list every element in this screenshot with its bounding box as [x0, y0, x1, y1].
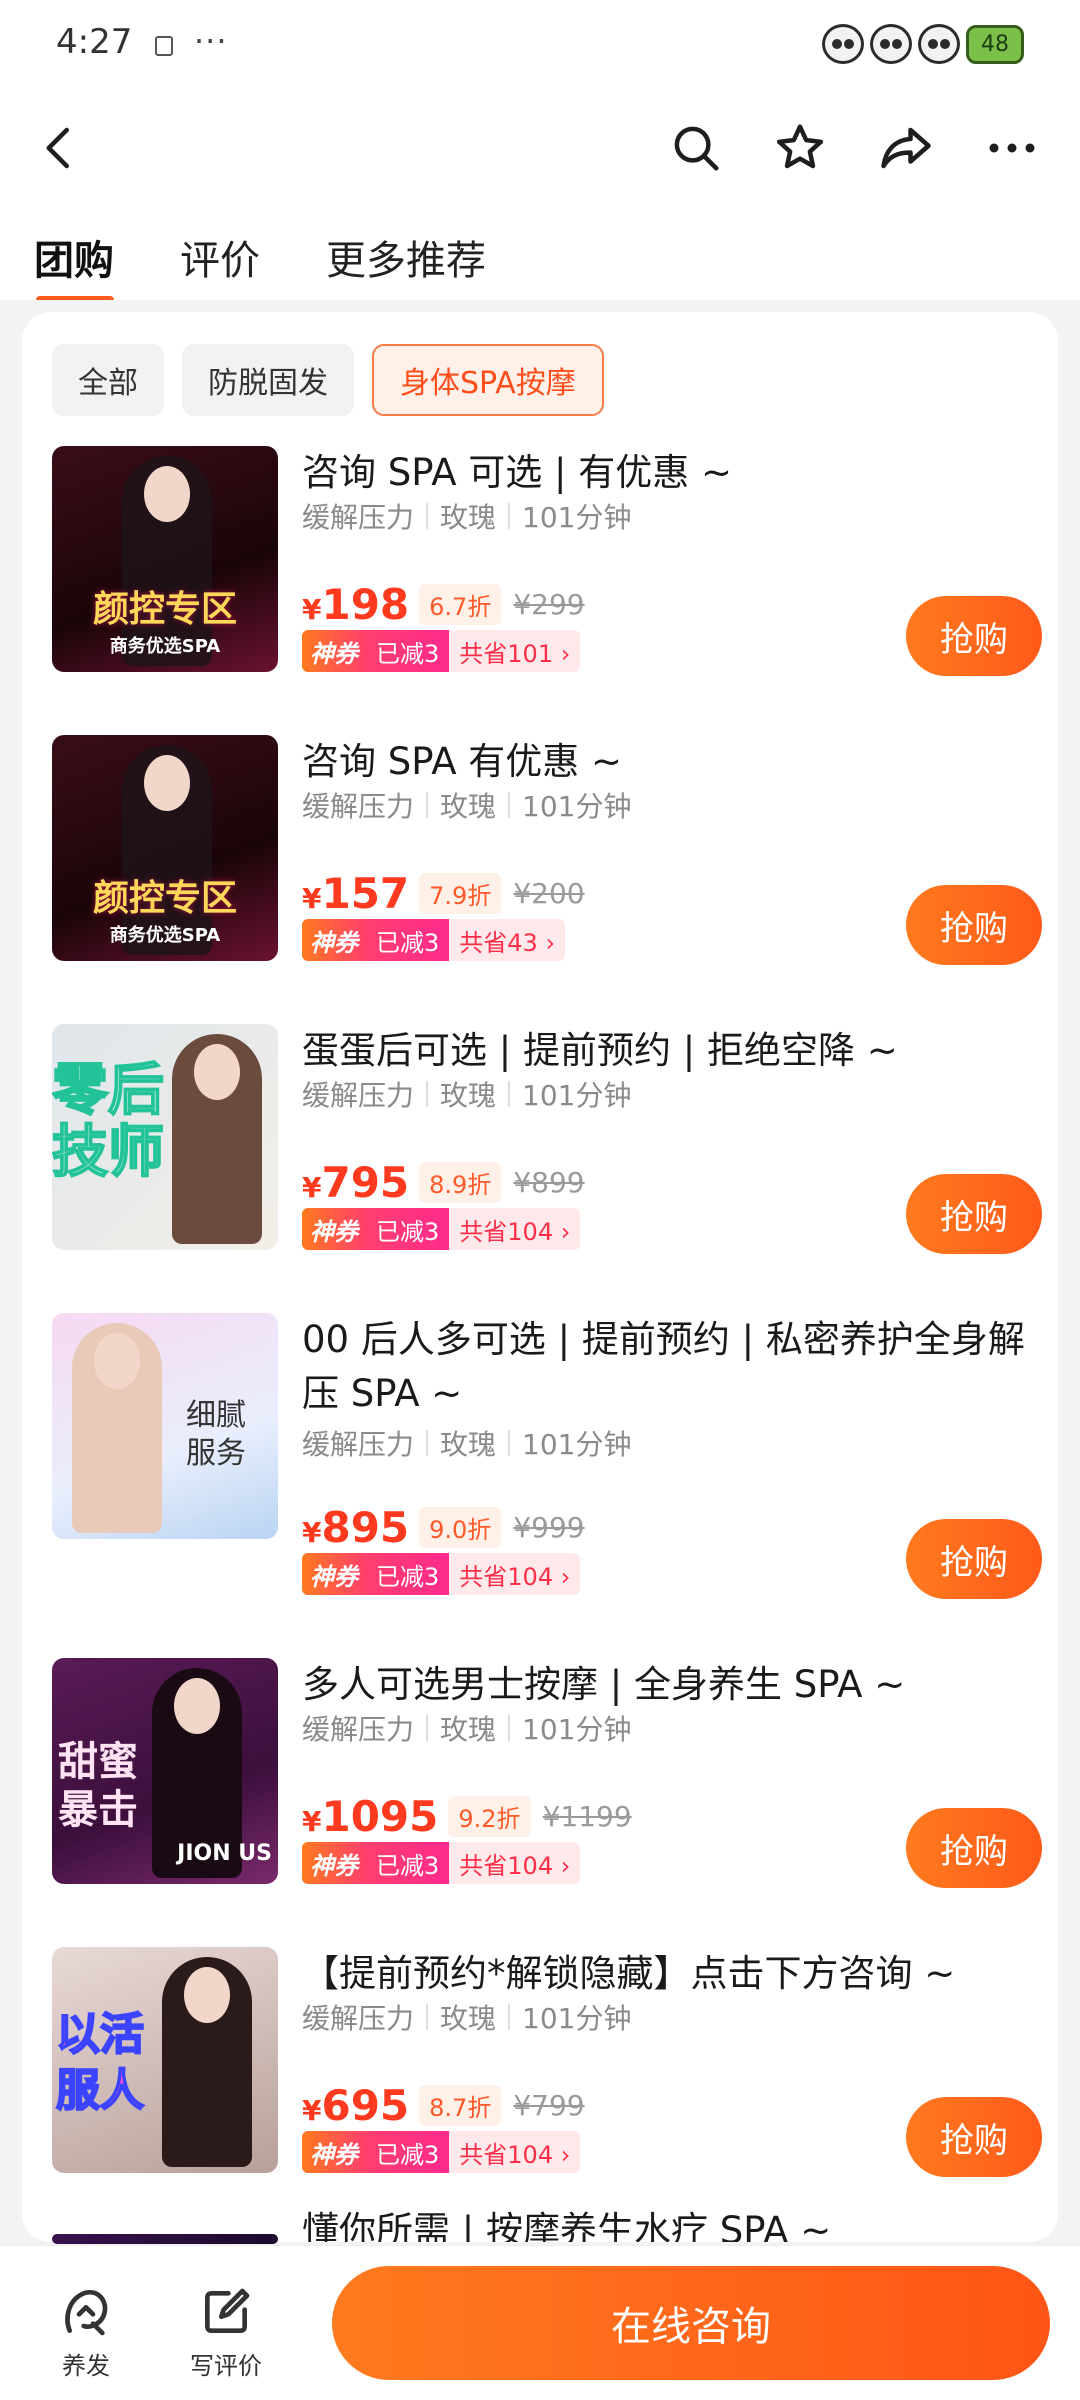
original-price: ¥200: [513, 877, 585, 910]
status-time: 4:27: [56, 22, 133, 62]
tab-reviews[interactable]: 评价: [180, 228, 260, 286]
deal-thumbnail[interactable]: 颜控专区 商务优选SPA: [52, 735, 278, 961]
discount-badge: 8.7折: [419, 2085, 502, 2126]
original-price: ¥299: [513, 588, 585, 621]
filter-chips: 全部 防脱固发 身体SPA按摩: [52, 344, 604, 416]
bottom-action-bar: 养发 写评价 在线咨询: [0, 2245, 1080, 2400]
tab-more-recommendations[interactable]: 更多推荐: [326, 228, 486, 286]
status-bar: 4:27 ··· 48: [0, 0, 1080, 95]
panda-icon: [822, 24, 864, 64]
panda-icon: [918, 24, 960, 64]
status-icons: 48: [822, 24, 1024, 64]
deal-tags: 缓解压力 玫瑰 101分钟: [302, 1079, 632, 1112]
write-review-shortcut[interactable]: 写评价: [176, 2284, 276, 2381]
deal-price: ¥1095: [302, 1792, 439, 1841]
discount-badge: 9.2折: [448, 1796, 531, 1837]
filter-anti-hairloss[interactable]: 防脱固发: [182, 344, 354, 416]
more-icon[interactable]: [982, 118, 1042, 178]
deal-thumbnail[interactable]: [52, 2234, 278, 2244]
hair-care-icon: [65, 2289, 108, 2336]
deal-title: 蛋蛋后可选 | 提前预约 | 拒绝空降 ~: [302, 1029, 898, 1072]
store-shortcut[interactable]: 养发: [36, 2284, 136, 2381]
deal-title: 咨询 SPA 可选 | 有优惠 ~: [302, 451, 733, 494]
deal-tags: 缓解压力 玫瑰 101分钟: [302, 1713, 632, 1746]
deal-thumbnail[interactable]: 细腻服务: [52, 1313, 278, 1539]
discount-badge: 9.0折: [419, 1507, 502, 1548]
price-row: ¥198 6.7折 ¥299: [302, 580, 585, 629]
sim-icon: [155, 36, 173, 56]
deal-title: 00 后人多可选 | 提前预约 | 私密养护全身解压 SPA ~: [302, 1318, 1025, 1415]
buy-button[interactable]: 抢购: [906, 2097, 1042, 2177]
deal-price: ¥198: [302, 580, 410, 629]
status-more: ···: [194, 22, 228, 60]
coupon-row: 神券 已减3 共省104 ›: [302, 1842, 581, 1884]
deal-tags: 缓解压力 玫瑰 101分钟: [302, 2002, 632, 2035]
deal-thumbnail[interactable]: 甜蜜暴击 JION US: [52, 1658, 278, 1884]
buy-button[interactable]: 抢购: [906, 885, 1042, 965]
price-row: ¥157 7.9折 ¥200: [302, 869, 585, 918]
deal-tags: 缓解压力 玫瑰 101分钟: [302, 501, 632, 534]
deal-title: 【提前预约*解锁隐藏】点击下方咨询 ~: [302, 1952, 956, 1995]
price-row: ¥695 8.7折 ¥799: [302, 2081, 585, 2130]
nav-bar: [0, 100, 1080, 195]
filter-all[interactable]: 全部: [52, 344, 164, 416]
price-row: ¥795 8.9折 ¥899: [302, 1158, 585, 1207]
price-row: ¥1095 9.2折 ¥1199: [302, 1792, 632, 1841]
discount-badge: 7.9折: [419, 873, 502, 914]
battery-indicator: 48: [966, 24, 1024, 64]
original-price: ¥1199: [542, 1800, 632, 1833]
panda-icon: [870, 24, 912, 64]
deal-price: ¥157: [302, 869, 410, 918]
deal-price: ¥795: [302, 1158, 410, 1207]
coupon-row: 神券 已减3 共省101 ›: [302, 630, 581, 672]
share-icon[interactable]: [876, 118, 936, 178]
deal-price: ¥695: [302, 2081, 410, 2130]
back-icon[interactable]: [30, 118, 90, 178]
discount-badge: 6.7折: [419, 584, 502, 625]
deal-thumbnail[interactable]: 颜控专区 商务优选SPA: [52, 446, 278, 672]
tab-group-buy[interactable]: 团购: [34, 228, 114, 304]
original-price: ¥899: [513, 1166, 585, 1199]
coupon-row: 神券 已减3 共省104 ›: [302, 2131, 581, 2173]
deal-thumbnail[interactable]: 以活服人: [52, 1947, 278, 2173]
deal-thumbnail[interactable]: 零后技师: [52, 1024, 278, 1250]
edit-icon: [205, 2288, 250, 2333]
deal-tags: 缓解压力 玫瑰 101分钟: [302, 1428, 632, 1461]
discount-badge: 8.9折: [419, 1162, 502, 1203]
original-price: ¥799: [513, 2089, 585, 2122]
buy-button[interactable]: 抢购: [906, 1174, 1042, 1254]
page-tabs: 团购 评价 更多推荐: [34, 228, 486, 304]
deal-item[interactable]: 懂你所需 | 按摩养生水疗 SPA ~: [52, 2209, 1042, 2244]
price-row: ¥895 9.0折 ¥999: [302, 1503, 585, 1552]
coupon-row: 神券 已减3 共省104 ›: [302, 1553, 581, 1595]
buy-button[interactable]: 抢购: [906, 1808, 1042, 1888]
search-icon[interactable]: [666, 118, 726, 178]
coupon-row: 神券 已减3 共省104 ›: [302, 1208, 581, 1250]
deal-title: 懂你所需 | 按摩养生水疗 SPA ~: [302, 2209, 832, 2242]
deal-title: 咨询 SPA 有优惠 ~: [302, 740, 623, 783]
deals-card: 全部 防脱固发 身体SPA按摩 颜控专区 商务优选SPA 咨询 SPA 可选 |…: [22, 312, 1058, 2244]
buy-button[interactable]: 抢购: [906, 596, 1042, 676]
deal-title: 多人可选男士按摩 | 全身养生 SPA ~: [302, 1663, 906, 1706]
coupon-row: 神券 已减3 共省43 ›: [302, 919, 566, 961]
online-consult-button[interactable]: 在线咨询: [332, 2266, 1050, 2380]
buy-button[interactable]: 抢购: [906, 1519, 1042, 1599]
original-price: ¥999: [513, 1511, 585, 1544]
deal-price: ¥895: [302, 1503, 410, 1552]
deal-tags: 缓解压力 玫瑰 101分钟: [302, 790, 632, 823]
filter-body-spa[interactable]: 身体SPA按摩: [372, 344, 604, 416]
favorite-star-icon[interactable]: [770, 118, 830, 178]
